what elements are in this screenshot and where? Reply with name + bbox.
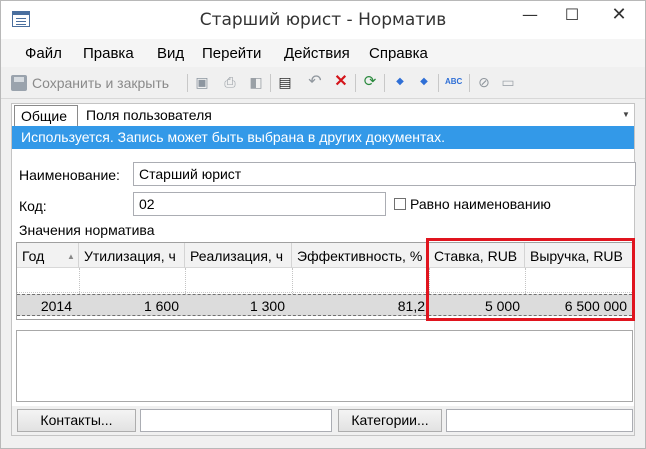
column-header-label: Эффективность, % xyxy=(297,248,423,264)
toolbar-separator xyxy=(270,74,271,92)
arrow-down-icon[interactable]: ◆ xyxy=(416,74,432,90)
toolbar-separator xyxy=(355,74,356,92)
attach-icon[interactable]: ⊘ xyxy=(476,74,492,90)
cell-realization[interactable]: 1 300 xyxy=(185,298,285,314)
save-and-close-label: Сохранить и закрыть xyxy=(32,75,170,91)
undo-icon[interactable]: ↶ xyxy=(307,74,323,90)
arrow-up-icon[interactable]: ◆ xyxy=(392,74,408,90)
save-and-close-button[interactable]: Сохранить и закрыть xyxy=(11,73,169,93)
properties-icon[interactable]: ▤ xyxy=(277,74,293,90)
column-header-label: Реализация, ч xyxy=(190,248,283,264)
maximize-button[interactable]: ☐ xyxy=(551,1,593,31)
column-header-efficiency[interactable]: Эффективность, % xyxy=(292,243,429,268)
toolbar-separator xyxy=(469,74,470,92)
name-field[interactable]: Старший юрист xyxy=(133,162,636,186)
toolbar-separator xyxy=(384,74,385,92)
spellcheck-icon[interactable]: ABC xyxy=(445,74,462,90)
tab-user-fields[interactable]: Поля пользователя xyxy=(86,107,212,123)
preview-icon[interactable]: ◧ xyxy=(248,74,264,90)
note-icon[interactable]: ▭ xyxy=(500,74,516,90)
column-header-utilization[interactable]: Утилизация, ч xyxy=(79,243,185,268)
menu-file[interactable]: Файл xyxy=(25,45,62,62)
tab-general[interactable]: Общие xyxy=(14,105,78,127)
notes-textarea[interactable] xyxy=(16,330,633,402)
menu-help[interactable]: Справка xyxy=(369,45,428,62)
minimize-button[interactable]: — xyxy=(509,1,551,31)
contacts-field[interactable] xyxy=(140,409,332,432)
menu-edit[interactable]: Правка xyxy=(83,45,134,62)
save-icon[interactable]: ▣ xyxy=(194,74,210,90)
refresh-icon[interactable]: ⟳ xyxy=(362,74,378,90)
menu-actions[interactable]: Действия xyxy=(284,45,350,62)
menu-view[interactable]: Вид xyxy=(157,45,184,62)
info-bar: Используется. Запись может быть выбрана … xyxy=(12,126,634,150)
tab-scroll-down-icon[interactable]: ▼ xyxy=(622,110,632,119)
close-button[interactable]: ✕ xyxy=(595,1,643,31)
app-window: Старший юрист - Норматив — ☐ ✕ Файл Прав… xyxy=(0,0,646,449)
same-as-name-label: Равно наименованию xyxy=(410,196,551,212)
same-as-name-checkbox[interactable] xyxy=(394,198,406,210)
column-header-label: Год xyxy=(22,248,45,264)
toolbar-separator xyxy=(438,74,439,92)
code-field[interactable]: 02 xyxy=(133,192,386,216)
values-label: Значения норматива xyxy=(19,222,155,238)
contacts-button[interactable]: Контакты... xyxy=(17,409,136,432)
column-header-realization[interactable]: Реализация, ч xyxy=(185,243,292,268)
bottom-bar: Контакты... Категории... xyxy=(11,406,635,436)
delete-icon[interactable]: ✕ xyxy=(333,74,349,90)
column-header-label: Утилизация, ч xyxy=(84,248,176,264)
categories-field[interactable] xyxy=(446,409,633,432)
toolbar: Сохранить и закрыть ▣ ⎙ ◧ ▤ ↶ ✕ ⟳ ◆ ◆ AB… xyxy=(1,67,645,99)
highlight-box xyxy=(426,238,635,321)
toolbar-separator xyxy=(187,74,188,92)
print-icon[interactable]: ⎙ xyxy=(222,74,238,90)
save-close-icon xyxy=(11,75,27,91)
name-label: Наименование: xyxy=(19,167,120,183)
menu-bar: Файл Правка Вид Перейти Действия Справка xyxy=(1,39,645,67)
cell-utilization[interactable]: 1 600 xyxy=(79,298,179,314)
cell-efficiency[interactable]: 81,2 xyxy=(292,298,425,314)
code-label: Код: xyxy=(19,198,47,214)
categories-button[interactable]: Категории... xyxy=(338,409,442,432)
title-bar: Старший юрист - Норматив — ☐ ✕ xyxy=(1,1,645,39)
menu-go[interactable]: Перейти xyxy=(202,45,261,62)
tabs-panel: Общие Поля пользователя ▼ Используется. … xyxy=(11,103,635,150)
sort-arrow-icon: ▲ xyxy=(67,252,75,261)
cell-year[interactable]: 2014 xyxy=(17,298,72,314)
